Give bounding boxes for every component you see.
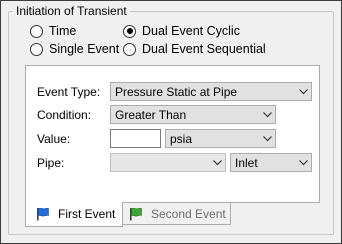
radio-dual-event-sequential[interactable]: Dual Event Sequential [123, 41, 266, 57]
value-input[interactable] [110, 129, 161, 148]
tab-label: First Event [58, 207, 116, 221]
radio-label: Single Event [49, 42, 120, 56]
radio-circle [123, 24, 136, 38]
chevron-down-icon [295, 154, 311, 171]
green-flag-icon [129, 207, 143, 221]
condition-label: Condition: [37, 108, 92, 122]
unit-value: psia [170, 131, 193, 146]
pipe-label: Pipe: [37, 156, 65, 170]
radio-circle [30, 24, 43, 38]
radio-single-event[interactable]: Single Event [30, 41, 119, 57]
pipe-location-dropdown[interactable]: Inlet [230, 153, 312, 172]
radio-circle [30, 42, 43, 56]
pipe-location-value: Inlet [235, 155, 258, 170]
event-type-value: Pressure Static at Pipe [115, 84, 238, 99]
radio-label: Dual Event Sequential [142, 42, 266, 56]
pipe-dropdown[interactable] [110, 153, 226, 172]
tab-label: Second Event [151, 206, 226, 221]
value-label: Value: [37, 132, 71, 146]
radio-dual-event-cyclic[interactable]: Dual Event Cyclic [123, 23, 240, 39]
condition-dropdown[interactable]: Greater Than [110, 105, 276, 124]
radio-label: Dual Event Cyclic [142, 24, 240, 38]
event-type-label: Event Type: [37, 85, 101, 99]
condition-value: Greater Than [115, 107, 187, 122]
tab-first-event[interactable]: First Event [25, 202, 123, 227]
blue-flag-icon [36, 207, 50, 221]
chevron-down-icon [259, 106, 275, 123]
tab-second-event[interactable]: Second Event [122, 203, 231, 225]
transient-initiation-panel: Initiation of Transient Time Dual Event … [0, 0, 342, 244]
radio-label: Time [49, 24, 77, 38]
chevron-down-icon [209, 154, 225, 171]
radio-time[interactable]: Time [30, 23, 76, 39]
chevron-down-icon [295, 83, 311, 100]
unit-dropdown[interactable]: psia [165, 129, 276, 148]
event-type-dropdown[interactable]: Pressure Static at Pipe [110, 82, 312, 101]
chevron-down-icon [259, 130, 275, 147]
group-title: Initiation of Transient [13, 4, 130, 18]
radio-circle [123, 42, 136, 56]
